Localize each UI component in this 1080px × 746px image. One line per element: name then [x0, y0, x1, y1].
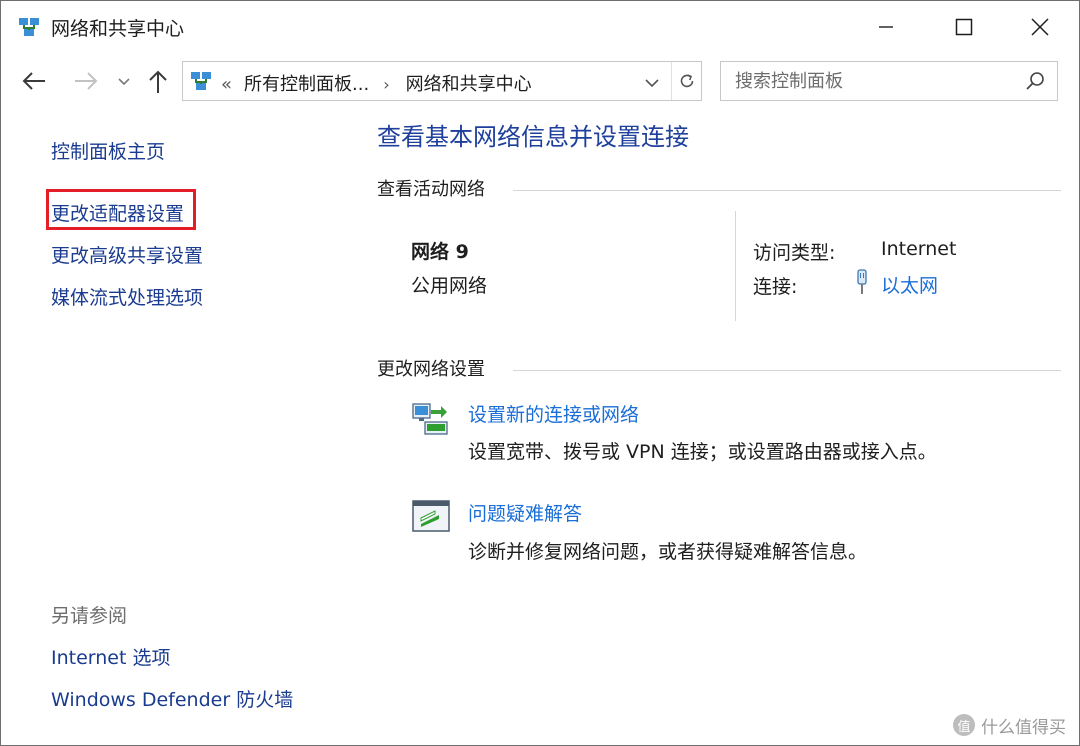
- back-arrow-icon[interactable]: [19, 67, 49, 95]
- troubleshoot-description: 诊断并修复网络问题，或者获得疑难解答信息。: [468, 541, 868, 563]
- ethernet-icon: [857, 269, 867, 294]
- sidebar-link-control-panel-home[interactable]: 控制面板主页: [51, 137, 165, 164]
- chevron-down-icon[interactable]: [115, 71, 133, 91]
- address-bar[interactable]: « 所有控制面板... › 网络和共享中心: [182, 61, 702, 101]
- search-input[interactable]: [735, 69, 1005, 93]
- breadcrumb-overflow[interactable]: «: [221, 74, 232, 95]
- breadcrumb-separator[interactable]: ›: [383, 75, 389, 94]
- setup-new-connection-link[interactable]: 设置新的连接或网络: [468, 400, 639, 427]
- active-networks-heading: 查看活动网络: [377, 179, 485, 200]
- control-panel-window: 网络和共享中心 « 所有控制面板... › 网络和共享中心 搜索控制面板 控制面…: [0, 0, 1080, 746]
- troubleshoot-icon: [412, 500, 450, 532]
- network-name: 网络 9: [411, 241, 469, 263]
- network-setup-icon: [412, 403, 448, 435]
- network-center-icon: [191, 72, 211, 90]
- minimize-icon: [879, 26, 893, 28]
- window-title: 网络和共享中心: [51, 18, 185, 40]
- navigation-bar: « 所有控制面板... › 网络和共享中心: [1, 57, 1079, 103]
- title-bar: 网络和共享中心: [1, 1, 1079, 53]
- search-box[interactable]: [720, 61, 1058, 101]
- network-profile: 公用网络: [411, 275, 488, 297]
- see-also-defender-firewall[interactable]: Windows Defender 防火墙: [51, 685, 293, 712]
- breadcrumb-network-center[interactable]: 网络和共享中心: [406, 74, 532, 95]
- chevron-down-icon[interactable]: [641, 70, 663, 94]
- breadcrumb: « 所有控制面板... › 网络和共享中心: [221, 70, 532, 96]
- access-type-value: Internet: [881, 238, 957, 260]
- sidebar-link-change-adapter-settings[interactable]: 更改适配器设置: [51, 199, 184, 226]
- maximize-button[interactable]: [927, 1, 1001, 53]
- sidebar-link-media-streaming[interactable]: 媒体流式处理选项: [51, 283, 203, 310]
- maximize-icon: [955, 18, 973, 36]
- watermark-text: 什么值得买: [981, 717, 1066, 738]
- refresh-icon: [680, 74, 693, 88]
- watermark-logo-icon: 值: [953, 714, 975, 736]
- network-center-icon: [19, 18, 39, 36]
- vertical-divider: [735, 211, 736, 321]
- sidebar-link-advanced-sharing[interactable]: 更改高级共享设置: [51, 241, 203, 268]
- change-settings-heading: 更改网络设置: [377, 359, 485, 380]
- watermark-badge-text: 值: [957, 719, 971, 735]
- page-title: 查看基本网络信息并设置连接: [377, 123, 689, 151]
- section-divider: [513, 370, 1061, 371]
- breadcrumb-all-control-panel[interactable]: 所有控制面板...: [244, 74, 369, 95]
- watermark: 值 什么值得买: [953, 712, 1066, 738]
- minimize-button[interactable]: [849, 1, 923, 53]
- up-arrow-icon[interactable]: [144, 67, 172, 95]
- troubleshoot-link[interactable]: 问题疑难解答: [468, 499, 582, 526]
- connections-label: 连接:: [753, 276, 798, 298]
- close-icon: [1031, 18, 1049, 36]
- see-also-heading: 另请参阅: [51, 605, 128, 627]
- search-icon[interactable]: [1023, 70, 1047, 94]
- see-also-internet-options[interactable]: Internet 选项: [51, 643, 170, 670]
- setup-new-connection-description: 设置宽带、拨号或 VPN 连接；或设置路由器或接入点。: [468, 441, 937, 463]
- access-type-label: 访问类型:: [753, 242, 836, 264]
- ethernet-connection-link[interactable]: 以太网: [881, 271, 938, 298]
- forward-arrow-icon[interactable]: [71, 67, 101, 95]
- refresh-button[interactable]: [671, 62, 701, 100]
- close-button[interactable]: [1003, 1, 1077, 53]
- section-divider: [513, 190, 1061, 191]
